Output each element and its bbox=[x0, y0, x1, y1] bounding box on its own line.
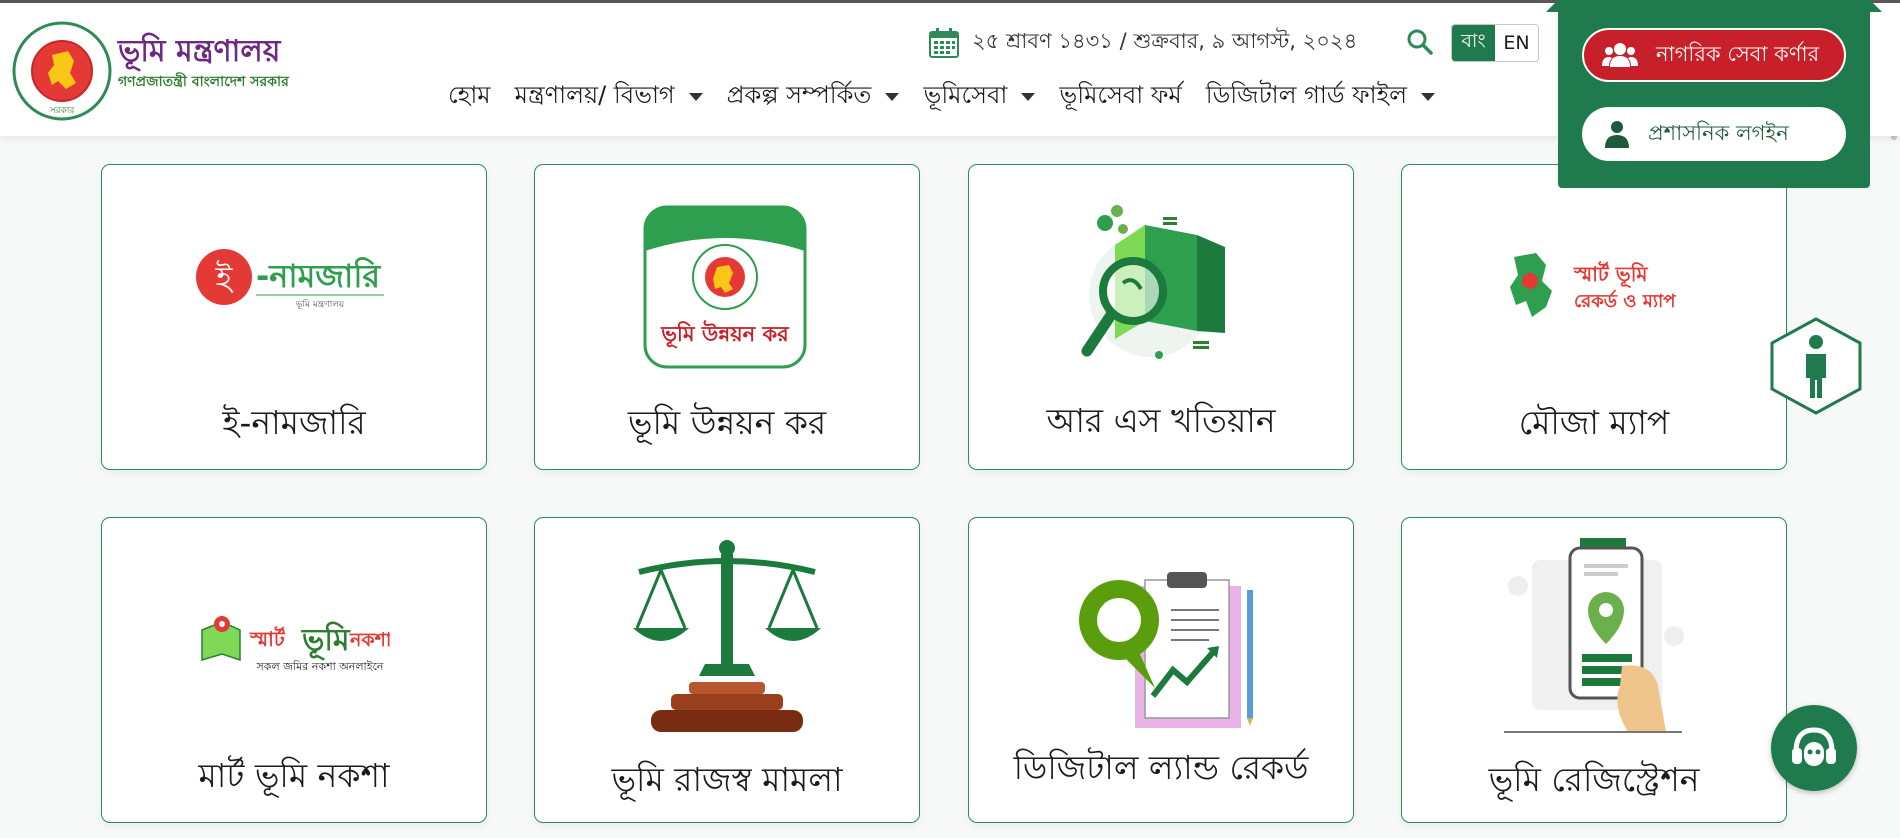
smart-land-record-map-logo: স্মার্ট ভূমি রেকর্ড ও ম্যাপ bbox=[1510, 253, 1676, 317]
service-card-label: আর এস খতিয়ান bbox=[1046, 401, 1276, 440]
site-subtitle: গণপ্রজাতন্ত্রী বাংলাদেশ সরকার bbox=[118, 74, 289, 90]
nav-digital-guard-file[interactable]: ডিজিটাল গার্ড ফাইল bbox=[1206, 77, 1436, 117]
svg-text:রেকর্ড ও ম্যাপ: রেকর্ড ও ম্যাপ bbox=[1574, 289, 1676, 312]
svg-text:ভূমি উন্নয়ন কর: ভূমি উন্নয়ন কর bbox=[660, 320, 790, 348]
users-icon bbox=[1602, 43, 1638, 67]
service-card-label: মৌজা ম্যাপ bbox=[1518, 403, 1670, 442]
user-icon bbox=[1605, 121, 1629, 148]
language-toggle[interactable]: বাং EN bbox=[1451, 24, 1539, 62]
date-display: ২৫ শ্রাবণ ১৪৩১ / শুক্রবার, ৯ আগস্ট, ২০২৪ bbox=[928, 25, 1357, 60]
caret-down-icon bbox=[1021, 93, 1036, 101]
lang-bangla-button[interactable]: বাং bbox=[1452, 25, 1495, 61]
land-development-tax-logo: ভূমি উন্নয়ন কর bbox=[643, 205, 807, 369]
svg-text:নকশা: নকশা bbox=[349, 629, 390, 651]
svg-text:ই: ই bbox=[215, 259, 234, 297]
scales-of-justice-icon bbox=[633, 540, 821, 732]
e-namjari-logo: ই -নামজারি ভূমি মন্ত্রণালয় bbox=[196, 249, 384, 310]
clipboard-chart-icon bbox=[1079, 572, 1253, 728]
caret-down-icon bbox=[1421, 93, 1436, 101]
service-card-label: ই-নামজারি bbox=[222, 403, 366, 442]
svg-text:স্মার্ট: স্মার্ট bbox=[249, 626, 286, 651]
admin-login-button[interactable]: প্রশাসনিক লগইন bbox=[1582, 107, 1846, 161]
caret-down-icon bbox=[688, 93, 703, 101]
service-card-label: ভূমি উন্নয়ন কর bbox=[627, 403, 827, 442]
date-text: ২৫ শ্রাবণ ১৪৩১ / শুক্রবার, ৯ আগস্ট, ২০২৪ bbox=[972, 29, 1358, 53]
service-card-land-registration[interactable]: ভূমি রেজিস্ট্রেশন bbox=[1401, 517, 1787, 823]
smart-land-naksha-logo: স্মার্ট ভূমি নকশা সকল জমির নকশা অনলাইনে bbox=[201, 616, 390, 673]
service-card-land-revenue-case[interactable]: ভূমি রাজস্ব মামলা bbox=[534, 517, 920, 823]
service-card-mouza-map[interactable]: স্মার্ট ভূমি রেকর্ড ও ম্যাপ মৌজা ম্যাপ bbox=[1401, 164, 1787, 470]
calendar-icon bbox=[929, 27, 959, 58]
book-search-icon bbox=[1081, 205, 1225, 359]
svg-text:-নামজারি: -নামজারি bbox=[256, 256, 381, 295]
service-card-label: ভূমি রাজস্ব মামলা bbox=[611, 760, 843, 799]
nav-ministry-division[interactable]: মন্ত্রণালয়/ বিভাগ bbox=[515, 77, 703, 117]
lang-english-button[interactable]: EN bbox=[1495, 25, 1538, 61]
svg-text:সকল জমির নকশা অনলাইনে: সকল জমির নকশা অনলাইনে bbox=[256, 660, 384, 673]
service-card-digital-land-record[interactable]: ডিজিটাল ল্যান্ড রেকর্ড bbox=[968, 517, 1354, 823]
service-card-label: ডিজিটাল ল্যান্ড রেকর্ড bbox=[1013, 748, 1309, 787]
headset-icon bbox=[1792, 727, 1836, 766]
svg-text:ভূমি মন্ত্রণালয়: ভূমি মন্ত্রণালয় bbox=[295, 299, 345, 310]
main-nav: হোম মন্ত্রণালয়/ বিভাগ প্রকল্প সম্পর্কিত… bbox=[448, 77, 1459, 117]
accessibility-button[interactable] bbox=[1768, 316, 1864, 416]
nav-land-services[interactable]: ভূমিসেবা bbox=[923, 77, 1036, 117]
service-card-land-development-tax[interactable]: ভূমি উন্নয়ন কর ভূমি উন্নয়ন কর bbox=[534, 164, 920, 470]
government-seal-logo: সরকার bbox=[12, 21, 112, 121]
citizen-service-corner-button[interactable]: নাগরিক সেবা কর্ণার bbox=[1582, 28, 1846, 82]
nav-land-service-forms[interactable]: ভূমিসেবা ফর্ম bbox=[1059, 77, 1181, 117]
brand[interactable]: সরকার ভূমি মন্ত্রণালয় গণপ্রজাতন্ত্রী বা… bbox=[12, 21, 289, 121]
svg-text:ভূমি: ভূমি bbox=[301, 621, 351, 661]
phone-location-icon bbox=[1504, 538, 1684, 733]
caret-down-icon bbox=[885, 93, 900, 101]
service-card-smart-land-map[interactable]: স্মার্ট ভূমি নকশা সকল জমির নকশা অনলাইনে … bbox=[101, 517, 487, 823]
svg-text:স্মার্ট ভূমি: স্মার্ট ভূমি bbox=[1573, 261, 1648, 288]
svg-text:সরকার: সরকার bbox=[49, 106, 76, 116]
service-card-label: ভূমি রেজিস্ট্রেশন bbox=[1488, 760, 1700, 799]
nav-home[interactable]: হোম bbox=[448, 77, 491, 117]
nav-projects[interactable]: প্রকল্প সম্পর্কিত bbox=[727, 77, 900, 117]
support-chat-button[interactable] bbox=[1771, 705, 1857, 791]
site-title: ভূমি মন্ত্রণালয় bbox=[118, 34, 281, 69]
search-icon[interactable] bbox=[1406, 28, 1434, 56]
service-card-rs-khatian[interactable]: আর এস খতিয়ান bbox=[968, 164, 1354, 470]
service-card-e-namjari[interactable]: ই -নামজারি ভূমি মন্ত্রণালয় ই-নামজারি bbox=[101, 164, 487, 470]
login-panel: নাগরিক সেবা কর্ণার প্রশাসনিক লগইন bbox=[1546, 0, 1882, 188]
service-card-label: মার্ট ভূমি নকশা bbox=[198, 756, 390, 795]
